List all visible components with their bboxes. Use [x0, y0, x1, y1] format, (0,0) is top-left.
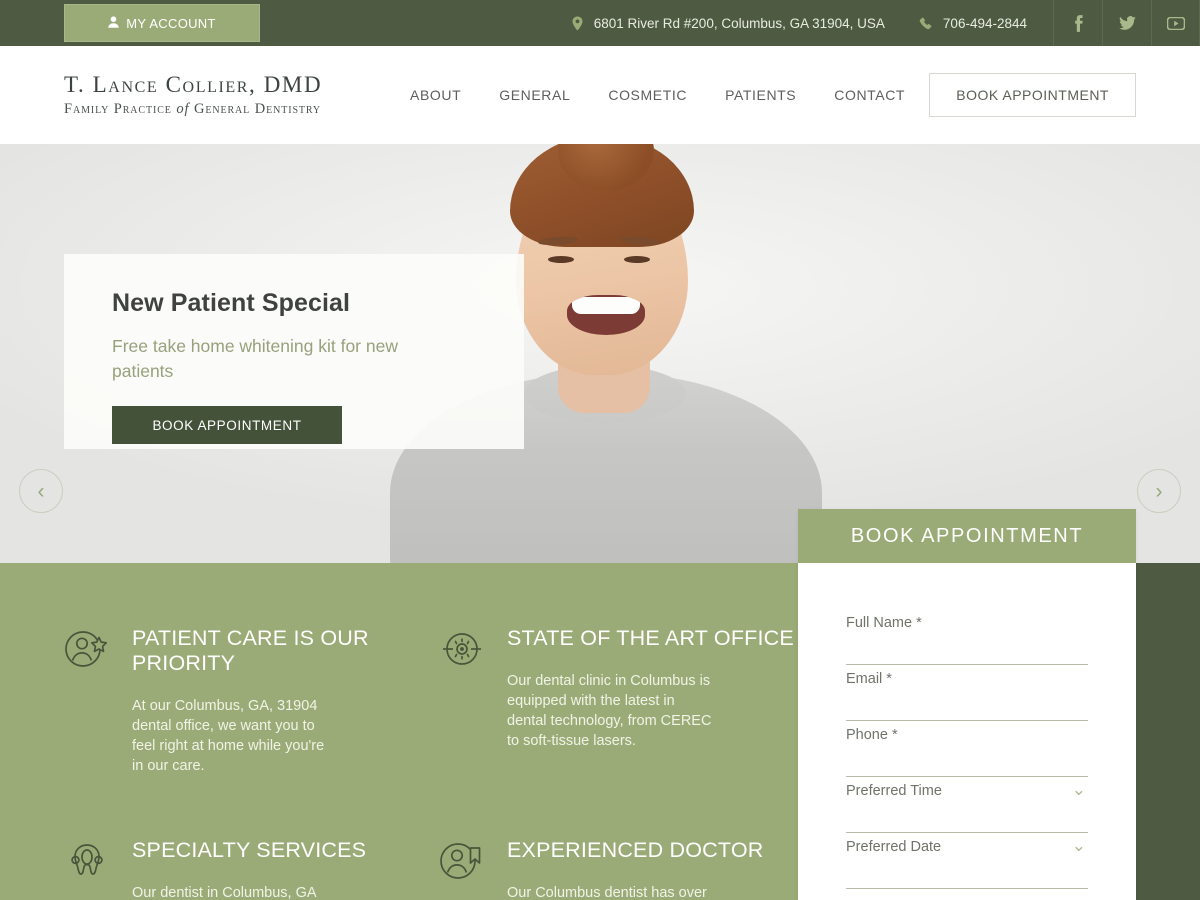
- feature-text: Our dental clinic in Columbus is equippe…: [507, 673, 712, 749]
- chevron-left-icon[interactable]: ‹: [19, 469, 63, 513]
- phone-item[interactable]: 706-494-2844: [919, 16, 1027, 31]
- person-star-icon: [64, 626, 110, 838]
- hero-model-teeth: [572, 297, 640, 314]
- my-account-button[interactable]: MY ACCOUNT: [64, 4, 260, 42]
- phone-label: Phone *: [846, 727, 898, 743]
- preferred-time-label: Preferred Time: [846, 783, 942, 799]
- feature-title: SPECIALTY SERVICES: [132, 838, 367, 862]
- email-field[interactable]: Email *: [846, 665, 1088, 721]
- twitter-icon[interactable]: [1102, 0, 1151, 46]
- nav-item-about[interactable]: ABOUT: [410, 87, 461, 103]
- feature-title: PATIENT CARE IS OUR PRIORITY: [132, 626, 369, 675]
- preferred-time-select[interactable]: Preferred Time ⌄: [846, 777, 1088, 833]
- feature-experienced-doctor: EXPERIENCED DOCTOR Our Columbus dentist …: [439, 838, 804, 900]
- hero-slider: New Patient Special Free take home white…: [0, 144, 1200, 563]
- hero-book-appointment-button[interactable]: BOOK APPOINTMENT: [112, 406, 342, 444]
- feature-patient-care: PATIENT CARE IS OUR PRIORITY At our Colu…: [64, 626, 429, 838]
- feature-title: STATE OF THE ART OFFICE: [507, 626, 794, 650]
- feature-state-of-the-art-office: STATE OF THE ART OFFICE Our dental clini…: [439, 626, 804, 838]
- chevron-right-icon[interactable]: ›: [1137, 469, 1181, 513]
- booking-form-body: Full Name * Email * Phone * Preferred Ti…: [798, 563, 1136, 900]
- email-label: Email *: [846, 671, 892, 687]
- chevron-down-icon[interactable]: ⌄: [1072, 781, 1086, 798]
- logo-tagline-post: General Dentistry: [193, 101, 322, 117]
- my-account-label: MY ACCOUNT: [126, 15, 216, 31]
- features-section: PATIENT CARE IS OUR PRIORITY At our Colu…: [0, 509, 1200, 900]
- feature-state-of-the-art-body: STATE OF THE ART OFFICE Our dental clini…: [507, 626, 804, 838]
- social-links: [1053, 0, 1200, 46]
- preferred-date-select[interactable]: Preferred Date ⌄: [846, 833, 1088, 889]
- user-icon: [108, 16, 119, 30]
- logo-tagline: Family Practice of General Dentistry: [64, 101, 400, 118]
- main-navigation: ABOUT GENERAL COSMETIC PATIENTS CONTACT: [400, 87, 929, 103]
- hero-model-smile: [567, 295, 645, 335]
- hero-model-eye-right: [624, 256, 650, 263]
- hero-slide-subtitle: Free take home whitening kit for new pat…: [112, 336, 398, 381]
- youtube-icon[interactable]: [1151, 0, 1200, 46]
- feature-specialty-services: SPECIALTY SERVICES Our dentist in Columb…: [64, 838, 429, 900]
- person-badge-icon: [439, 838, 485, 900]
- booking-form-heading: BOOK APPOINTMENT: [798, 509, 1136, 563]
- hero-slide-card: New Patient Special Free take home white…: [64, 254, 524, 449]
- hero-slide-title: New Patient Special: [112, 289, 351, 317]
- full-name-label: Full Name *: [846, 615, 922, 631]
- feature-title: EXPERIENCED DOCTOR: [507, 838, 764, 862]
- address-item[interactable]: 6801 River Rd #200, Columbus, GA 31904, …: [572, 16, 885, 31]
- feature-text: Our dentist in Columbus, GA: [132, 885, 317, 900]
- phone-text: 706-494-2844: [942, 15, 1027, 31]
- logo-tagline-pre: Family Practice: [64, 101, 172, 117]
- phone-field[interactable]: Phone *: [846, 721, 1088, 777]
- feature-patient-care-body: PATIENT CARE IS OUR PRIORITY At our Colu…: [132, 626, 429, 838]
- nav-item-general[interactable]: GENERAL: [499, 87, 570, 103]
- right-dark-panel: [1136, 563, 1200, 900]
- map-pin-icon: [572, 16, 583, 31]
- phone-icon: [919, 17, 932, 30]
- top-utility-bar: MY ACCOUNT 6801 River Rd #200, Columbus,…: [0, 0, 1200, 46]
- logo[interactable]: T. Lance Collier, DMD Family Practice of…: [64, 72, 400, 118]
- logo-practice-name: T. Lance Collier, DMD: [64, 72, 323, 97]
- technology-target-icon: [439, 626, 485, 838]
- tooth-icon: [64, 838, 110, 900]
- topbar-contact-info: 6801 River Rd #200, Columbus, GA 31904, …: [572, 0, 1053, 46]
- nav-item-cosmetic[interactable]: COSMETIC: [608, 87, 687, 103]
- feature-text: Our Columbus dentist has over: [507, 885, 707, 900]
- full-name-field[interactable]: Full Name *: [846, 609, 1088, 665]
- feature-text: At our Columbus, GA, 31904 dental office…: [132, 698, 325, 774]
- features-grid: PATIENT CARE IS OUR PRIORITY At our Colu…: [64, 626, 804, 900]
- header-book-appointment-button[interactable]: BOOK APPOINTMENT: [929, 73, 1136, 117]
- feature-experienced-doctor-body: EXPERIENCED DOCTOR Our Columbus dentist …: [507, 838, 804, 900]
- chevron-down-icon[interactable]: ⌄: [1072, 837, 1086, 854]
- hero-model-eye-left: [548, 256, 574, 263]
- preferred-date-label: Preferred Date: [846, 839, 942, 855]
- feature-specialty-services-body: SPECIALTY SERVICES Our dentist in Columb…: [132, 838, 429, 900]
- site-header: T. Lance Collier, DMD Family Practice of…: [0, 46, 1200, 144]
- address-text: 6801 River Rd #200, Columbus, GA 31904, …: [593, 15, 885, 31]
- nav-item-contact[interactable]: CONTACT: [834, 87, 905, 103]
- nav-item-patients[interactable]: PATIENTS: [725, 87, 796, 103]
- logo-tagline-of: of: [176, 101, 190, 117]
- facebook-icon[interactable]: [1053, 0, 1102, 46]
- booking-form: BOOK APPOINTMENT Full Name * Email * Pho…: [798, 509, 1136, 900]
